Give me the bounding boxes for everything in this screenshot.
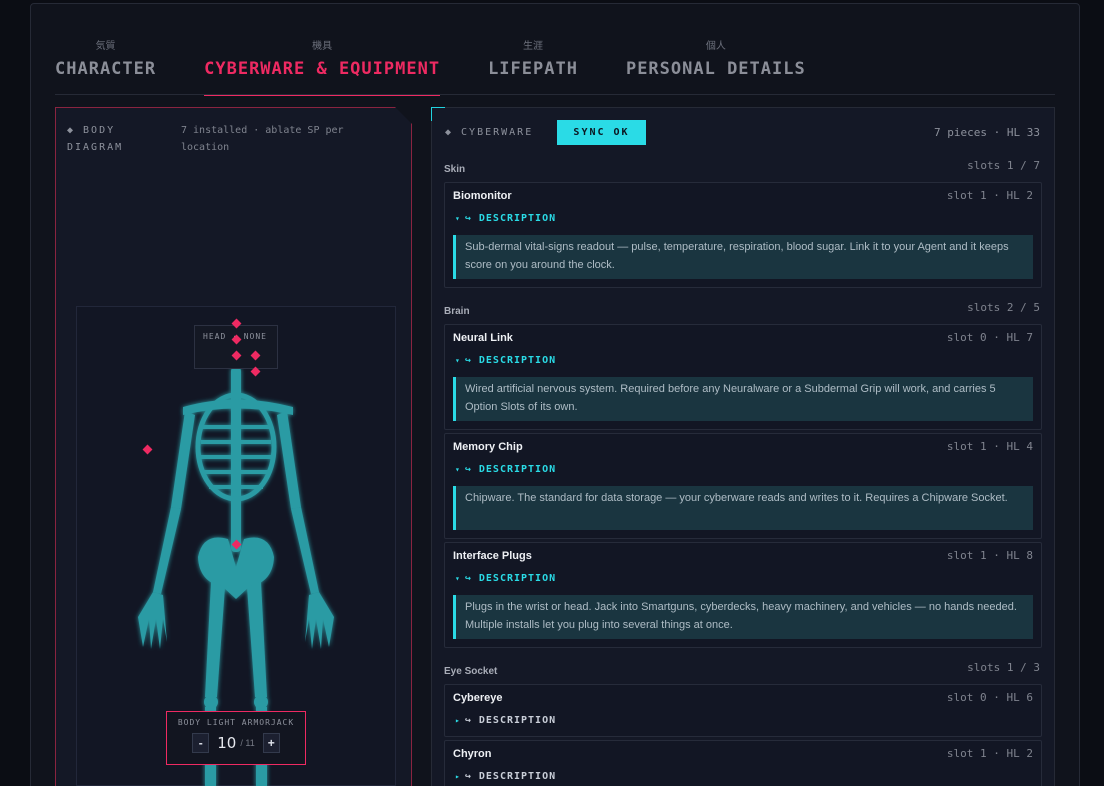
tab-kanji: 気質 [95,41,116,52]
description-label: DESCRIPTION [478,355,557,366]
item-description: Sub-dermal vital-signs readout — pulse, … [453,235,1033,279]
tab-label: PERSONAL DETAILS [625,59,806,79]
tab-cyberware-equipment[interactable]: 機具 CYBERWARE & EQUIPMENT [204,40,441,96]
cyberware-item-interface-plugs[interactable]: Interface Plugs slot 1 · HL 8 ▾ ↪ DESCRIP… [444,542,1042,648]
link-arrow-icon: ↪ [464,213,472,224]
item-slot-meta: slot 1 · HL 2 [946,747,1033,760]
tab-kanji: 機具 [312,41,333,52]
group-header-brain: Brain slots 2 / 5 [444,301,1040,317]
link-arrow-icon: ↪ [464,355,472,366]
cyberware-panel: ◆ CYBERWARE SYNC OK 7 pieces · HL 33 Ski… [431,107,1055,786]
description-toggle[interactable]: ▾ ↪ DESCRIPTION [455,573,556,584]
item-slot-meta: slot 0 · HL 6 [946,691,1033,704]
panel-corner-accent [431,107,445,121]
tab-kanji: 個人 [705,41,726,52]
armor-sp-max-value: 11 [245,738,255,748]
cyberware-summary: 7 pieces · HL 33 [934,126,1040,139]
armor-sp-max: / 11 [240,738,255,748]
description-toggle[interactable]: ▾ ↪ DESCRIPTION [455,464,556,475]
tab-kanji: 生涯 [523,41,543,52]
tab-lifepath[interactable]: 生涯 LIFEPATH [488,40,578,96]
group-slots: slots 2 / 5 [967,301,1040,314]
caret-right-icon: ▸ [455,772,461,781]
armor-label: BODY LIGHT ARMORJACK [177,718,295,727]
caret-down-icon: ▾ [455,574,461,583]
item-name: Neural Link [453,332,513,344]
description-toggle[interactable]: ▸ ↪ DESCRIPTION [455,771,556,782]
group-name: Brain [444,306,470,317]
description-label: DESCRIPTION [478,573,557,584]
group-header-skin: Skin slots 1 / 7 [444,159,1040,175]
cyberware-item-biomonitor[interactable]: Biomonitor slot 1 · HL 2 ▾ ↪ DESCRIPTION … [444,182,1042,288]
link-arrow-icon: ↪ [464,573,472,584]
group-slots: slots 1 / 3 [967,661,1040,674]
body-diagram-canvas: HEAD · NONE BODY LIGHT ARMORJACK - 10 / … [76,306,396,786]
item-description: Chipware. The standard for data storage … [453,486,1033,530]
description-toggle[interactable]: ▾ ↪ DESCRIPTION [455,355,556,366]
body-diagram-title: ◆ BODY DIAGRAM [67,125,124,153]
armor-increment-button[interactable]: + [262,733,280,753]
item-slot-meta: slot 1 · HL 8 [946,549,1033,562]
item-name: Memory Chip [453,441,523,453]
caret-down-icon: ▾ [455,356,461,365]
item-description: Wired artificial nervous system. Require… [453,377,1033,421]
item-name: Interface Plugs [453,550,532,562]
tab-character[interactable]: 気質 CHARACTER [55,40,156,96]
caret-down-icon: ▾ [455,465,461,474]
cyberware-title: ◆ CYBERWARE [445,127,534,138]
item-name: Cybereye [453,692,503,704]
item-name: Chyron [453,748,492,760]
description-label: DESCRIPTION [478,715,557,726]
group-name: Skin [444,164,466,175]
cyberware-item-cybereye[interactable]: Cybereye slot 0 · HL 6 ▸ ↪ DESCRIPTION [444,684,1042,737]
tab-label: CYBERWARE & EQUIPMENT [204,59,441,79]
link-arrow-icon: ↪ [464,715,472,726]
item-description: Plugs in the wrist or head. Jack into Sm… [453,595,1033,639]
group-header-eye-socket: Eye Socket slots 1 / 3 [444,661,1040,677]
head-location-label: HEAD · NONE [194,325,278,369]
caret-down-icon: ▾ [455,214,461,223]
item-slot-meta: slot 0 · HL 7 [946,331,1033,344]
body-armor-control: BODY LIGHT ARMORJACK - 10 / 11 + [166,711,306,765]
armor-stepper: - 10 / 11 + [167,733,305,753]
description-label: DESCRIPTION [478,213,557,224]
group-name: Eye Socket [444,666,498,677]
armor-sp-value: 10 [217,734,237,752]
tab-label: CHARACTER [55,59,157,79]
armor-decrement-button[interactable]: - [192,733,210,753]
link-arrow-icon: ↪ [464,464,472,475]
item-slot-meta: slot 1 · HL 2 [946,189,1033,202]
body-diagram-subtitle: 7 installed · ablate SP per location [181,125,344,153]
link-arrow-icon: ↪ [464,771,472,782]
tab-label: LIFEPATH [488,59,578,79]
cyberware-item-memory-chip[interactable]: Memory Chip slot 1 · HL 4 ▾ ↪ DESCRIPTION… [444,433,1042,539]
description-toggle[interactable]: ▾ ↪ DESCRIPTION [455,213,556,224]
item-name: Biomonitor [453,190,512,202]
description-label: DESCRIPTION [478,771,557,782]
caret-right-icon: ▸ [455,716,461,725]
tab-bar: 気質 CHARACTER 機具 CYBERWARE & EQUIPMENT 生涯… [55,40,854,96]
description-label: DESCRIPTION [478,464,557,475]
tabs-divider [55,94,1055,95]
item-slot-meta: slot 1 · HL 4 [946,440,1033,453]
description-toggle[interactable]: ▸ ↪ DESCRIPTION [455,715,556,726]
tab-personal-details[interactable]: 個人 PERSONAL DETAILS [626,40,806,96]
cyberware-item-chyron[interactable]: Chyron slot 1 · HL 2 ▸ ↪ DESCRIPTION [444,740,1042,786]
cyberware-item-neural-link[interactable]: Neural Link slot 0 · HL 7 ▾ ↪ DESCRIPTION… [444,324,1042,430]
body-diagram-panel: ◆ BODY DIAGRAM 7 installed · ablate SP p… [55,107,412,786]
sync-status-badge: SYNC OK [557,120,646,145]
group-slots: slots 1 / 7 [967,159,1040,172]
